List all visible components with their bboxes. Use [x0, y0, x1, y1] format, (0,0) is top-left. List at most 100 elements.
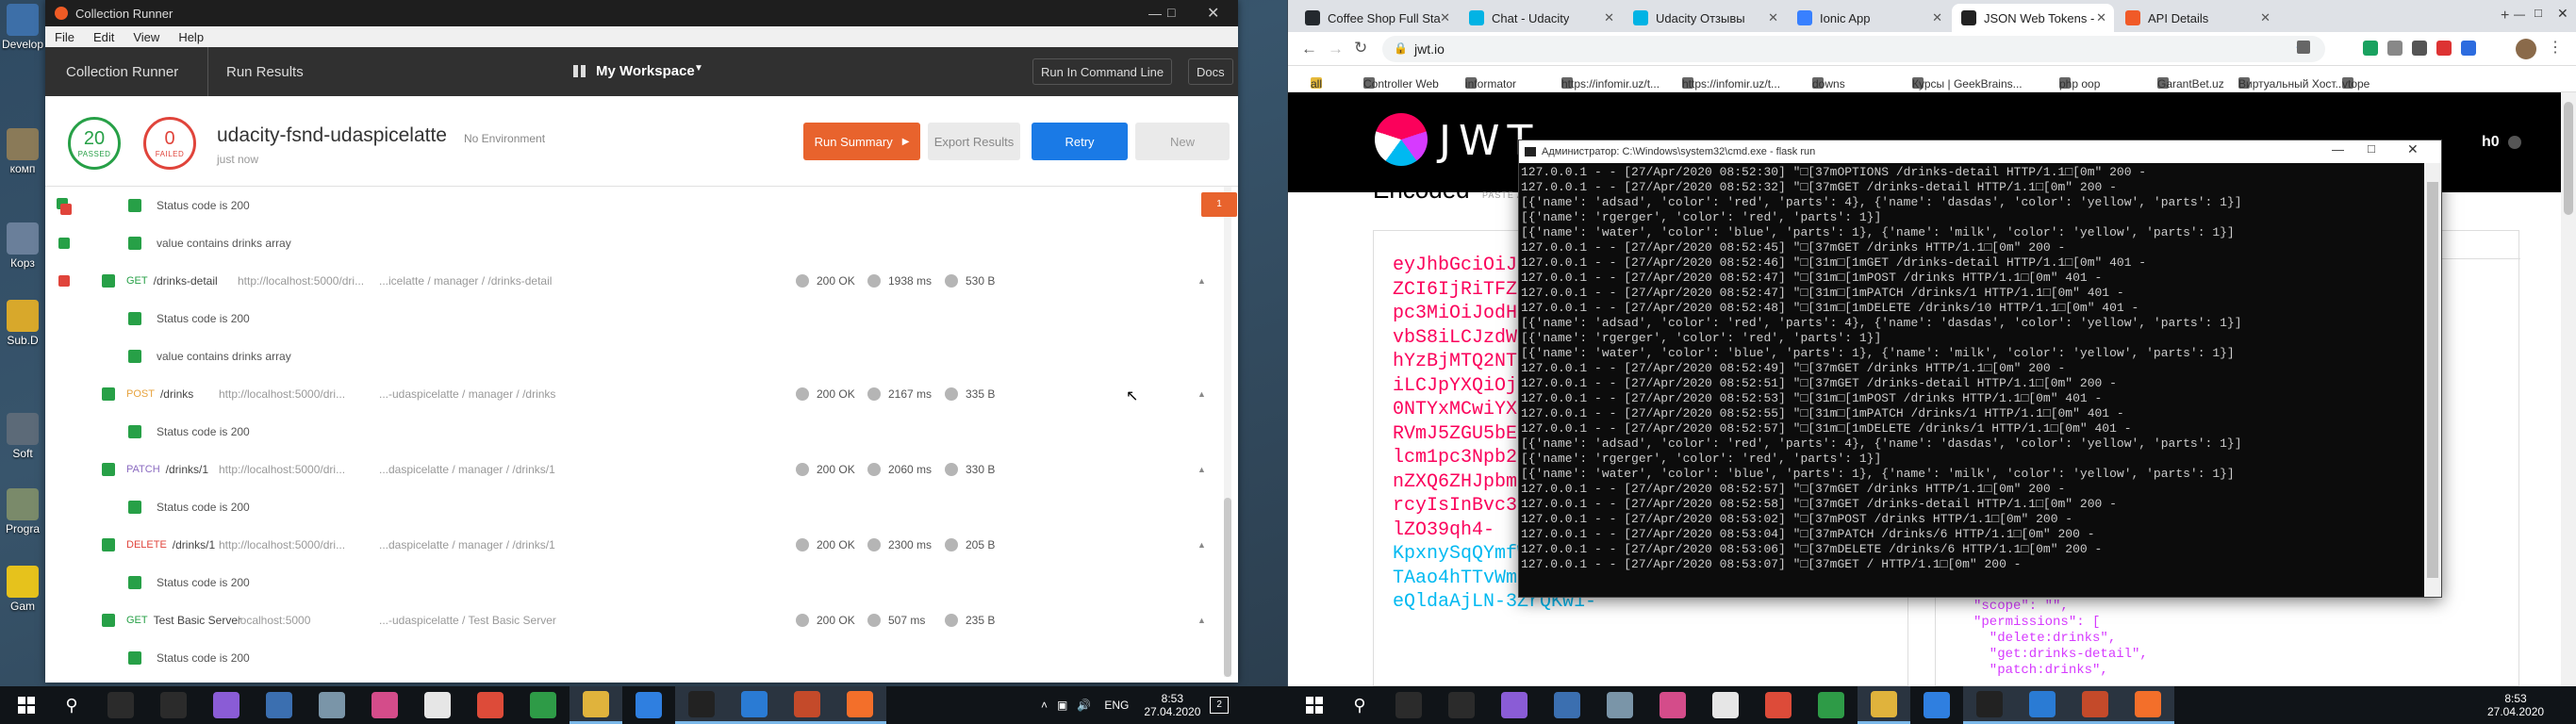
desktop-icon[interactable]: Sub.D — [0, 300, 45, 360]
chevron-up-icon[interactable]: ▲ — [1197, 540, 1206, 550]
request-row[interactable]: GET/drinks-detail http://localhost:5000/d… — [87, 262, 1234, 300]
run-summary-button[interactable]: Run Summary ▶ — [803, 123, 920, 160]
taskbar-app-button[interactable] — [1593, 686, 1646, 724]
taskbar-app-button[interactable] — [1752, 686, 1805, 724]
reload-icon[interactable]: ↻ — [1354, 39, 1367, 58]
side-badge[interactable]: 1 — [1201, 192, 1237, 217]
taskbar-app-button[interactable] — [464, 686, 517, 724]
chevron-up-icon[interactable]: ▲ — [1197, 465, 1206, 474]
tab-close-icon[interactable]: ✕ — [1604, 10, 1614, 25]
scrollbar-thumb[interactable] — [1224, 498, 1231, 677]
close-icon[interactable]: ✕ — [2407, 141, 2419, 157]
browser-tab[interactable]: Chat - Udacity ✕ — [1460, 4, 1622, 32]
request-row[interactable]: POST/drinks http://localhost:5000/dri....… — [87, 375, 1234, 413]
close-icon[interactable]: ✕ — [2557, 6, 2568, 22]
workspace-selector[interactable]: My Workspace — [596, 63, 695, 79]
desktop-icon[interactable]: Soft — [0, 413, 45, 473]
desktop-icon[interactable]: Develop — [0, 4, 45, 64]
taskbar-app-button[interactable] — [253, 686, 305, 724]
taskbar-app-button[interactable] — [1699, 686, 1752, 724]
request-row[interactable]: PATCH/drinks/1 http://localhost:5000/dri.… — [87, 451, 1234, 488]
taskbar-app-button[interactable] — [200, 686, 253, 724]
taskbar-app-button[interactable] — [1963, 686, 2016, 724]
network-icon[interactable]: ▣ — [1057, 699, 1067, 712]
menu-item[interactable]: Edit — [93, 30, 114, 44]
desktop-icon[interactable]: Корз — [0, 222, 45, 283]
browser-tab[interactable]: Coffee Shop Full Stack ✕ — [1296, 4, 1458, 32]
maximize-icon[interactable]: □ — [2535, 6, 2542, 20]
tab-close-icon[interactable]: ✕ — [2260, 10, 2271, 25]
minimize-icon[interactable]: — — [1148, 6, 1162, 21]
page-scrollbar[interactable] — [2561, 92, 2576, 686]
extension-icon[interactable] — [2461, 41, 2476, 56]
search-button[interactable]: ⚲ — [1333, 686, 1386, 724]
help-icon[interactable] — [2508, 136, 2521, 149]
taskbar-app-button[interactable] — [1488, 686, 1541, 724]
browser-tab[interactable]: API Details ✕ — [2116, 4, 2278, 32]
taskbar-app-button[interactable] — [1858, 686, 1910, 724]
taskbar-app-button[interactable] — [305, 686, 358, 724]
desktop-icon[interactable]: Progra — [0, 488, 45, 549]
taskbar-app-button[interactable] — [1805, 686, 1858, 724]
console-scrollbar[interactable] — [2424, 163, 2441, 597]
taskbar-app-button[interactable] — [411, 686, 464, 724]
clock[interactable]: 8:53 27.04.2020 — [1144, 692, 1200, 718]
taskbar-app-button[interactable] — [94, 686, 147, 724]
desktop-icon[interactable]: Gam — [0, 566, 45, 626]
extension-icon[interactable] — [2412, 41, 2427, 56]
console-scrollbar-thumb[interactable] — [2427, 182, 2438, 578]
retry-button[interactable]: Retry — [1032, 123, 1128, 160]
request-row[interactable]: GET Test Basic Server localhost:5000 ...-ud… — [87, 601, 1234, 639]
taskbar-app-button[interactable] — [1435, 686, 1488, 724]
run-cli-button[interactable]: Run In Command Line — [1032, 58, 1173, 85]
taskbar-app-button[interactable] — [570, 686, 622, 724]
page-scrollbar-thumb[interactable] — [2564, 102, 2573, 215]
minimize-icon[interactable]: — — [2514, 8, 2525, 21]
search-button[interactable]: ⚲ — [45, 686, 98, 724]
maximize-icon[interactable]: □ — [1167, 5, 1175, 20]
notifications-icon[interactable]: 2 — [1210, 697, 1230, 714]
taskbar-app-button[interactable] — [675, 686, 728, 724]
scrollbar[interactable] — [1224, 187, 1231, 677]
back-icon[interactable]: ← — [1301, 40, 1317, 58]
taskbar-app-button[interactable] — [358, 686, 411, 724]
extension-icon[interactable] — [2436, 41, 2452, 56]
taskbar-app-button[interactable] — [2069, 686, 2122, 724]
chevron-up-icon[interactable]: ▲ — [1197, 276, 1206, 286]
browser-tab[interactable]: Udacity Отзывы ✕ — [1624, 4, 1786, 32]
menu-item[interactable]: Help — [178, 30, 204, 44]
new-button[interactable]: New — [1135, 123, 1230, 160]
maximize-icon[interactable]: □ — [2368, 141, 2375, 156]
taskbar-app-button[interactable] — [517, 686, 570, 724]
tab-collection-runner[interactable]: Collection Runner — [66, 64, 178, 80]
taskbar-app-button[interactable] — [147, 686, 200, 724]
tab-close-icon[interactable]: ✕ — [1932, 10, 1942, 25]
menu-item[interactable]: View — [133, 30, 159, 44]
export-results-button[interactable]: Export Results — [928, 123, 1020, 160]
translate-icon[interactable] — [2297, 41, 2310, 54]
forward-icon[interactable]: → — [1328, 40, 1344, 58]
menu-item[interactable]: File — [55, 30, 74, 44]
url-input[interactable]: 🔒 jwt.io ★ — [1382, 36, 2325, 62]
taskbar-app-button[interactable] — [728, 686, 781, 724]
request-row[interactable]: DELETE/drinks/1 http://localhost:5000/dri… — [87, 526, 1234, 564]
taskbar-app-button[interactable] — [1541, 686, 1593, 724]
extension-icon[interactable] — [2387, 41, 2403, 56]
volume-icon[interactable]: 🔊 — [1077, 699, 1091, 712]
close-icon[interactable]: ✕ — [1207, 4, 1219, 23]
tab-close-icon[interactable]: ✕ — [2096, 10, 2106, 25]
desktop-icon[interactable]: комп — [0, 128, 45, 189]
tray-up-icon[interactable]: ˄ — [1041, 699, 1048, 712]
tab-run-results[interactable]: Run Results — [226, 64, 304, 80]
taskbar-app-button[interactable] — [2016, 686, 2069, 724]
extension-icon[interactable] — [2363, 41, 2378, 56]
tab-close-icon[interactable]: ✕ — [1768, 10, 1778, 25]
minimize-icon[interactable]: — — [2332, 142, 2344, 156]
browser-tab[interactable]: Ionic App ✕ — [1788, 4, 1950, 32]
menu-dots-icon[interactable]: ⋮ — [2548, 38, 2563, 57]
taskbar-app-button[interactable] — [1646, 686, 1699, 724]
browser-tab[interactable]: JSON Web Tokens - jwt.io✕ — [1952, 4, 2114, 32]
taskbar-app-button[interactable] — [1910, 686, 1963, 724]
language-indicator[interactable]: ENG — [1104, 699, 1129, 712]
taskbar-app-button[interactable] — [2122, 686, 2174, 724]
